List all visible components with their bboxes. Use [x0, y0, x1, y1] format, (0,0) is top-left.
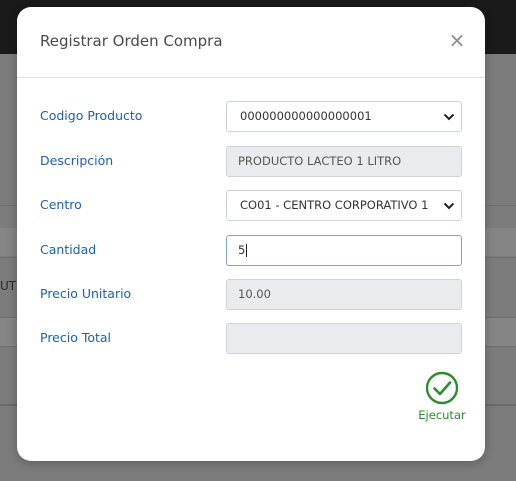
row-precio-total: Precio Total [17, 323, 485, 355]
cantidad-value: 5 [238, 243, 246, 257]
precio-total-field [226, 323, 462, 354]
text-caret [246, 244, 248, 257]
precio-unitario-field: 10.00 [226, 279, 462, 310]
codigo-producto-select[interactable]: 000000000000000001 [226, 101, 462, 132]
descripcion-field: PRODUCTO LACTEO 1 LITRO [226, 146, 462, 177]
codigo-producto-label: Codigo Producto [40, 108, 143, 123]
centro-select[interactable]: CO01 - CENTRO CORPORATIVO 1 [226, 190, 462, 221]
close-icon[interactable]: × [447, 29, 467, 51]
row-descripcion: Descripción PRODUCTO LACTEO 1 LITRO [17, 146, 485, 178]
row-centro: Centro CO01 - CENTRO CORPORATIVO 1 [17, 190, 485, 222]
precio-unitario-label: Precio Unitario [40, 286, 132, 301]
cantidad-input[interactable]: 5 [226, 235, 462, 266]
execute-label: Ejecutar [418, 408, 466, 422]
modal-title: Registrar Orden Compra [40, 32, 223, 50]
centro-label: Centro [40, 197, 82, 212]
check-circle-icon [425, 371, 459, 405]
modal-header: Registrar Orden Compra × [17, 7, 485, 78]
row-precio-unitario: Precio Unitario 10.00 [17, 279, 485, 311]
precio-total-label: Precio Total [40, 330, 112, 345]
execute-button[interactable]: Ejecutar [417, 371, 467, 423]
row-codigo-producto: Codigo Producto 000000000000000001 [17, 101, 485, 133]
chevron-down-icon [443, 202, 455, 210]
codigo-producto-value: 000000000000000001 [240, 109, 372, 123]
chevron-down-icon [443, 113, 455, 121]
descripcion-label: Descripción [40, 153, 114, 168]
cantidad-label: Cantidad [40, 242, 97, 257]
bg-table-cell: UT [0, 279, 17, 293]
row-cantidad: Cantidad 5 [17, 235, 485, 267]
register-order-modal: Registrar Orden Compra × Codigo Producto… [17, 7, 485, 461]
centro-value: CO01 - CENTRO CORPORATIVO 1 [240, 198, 429, 212]
